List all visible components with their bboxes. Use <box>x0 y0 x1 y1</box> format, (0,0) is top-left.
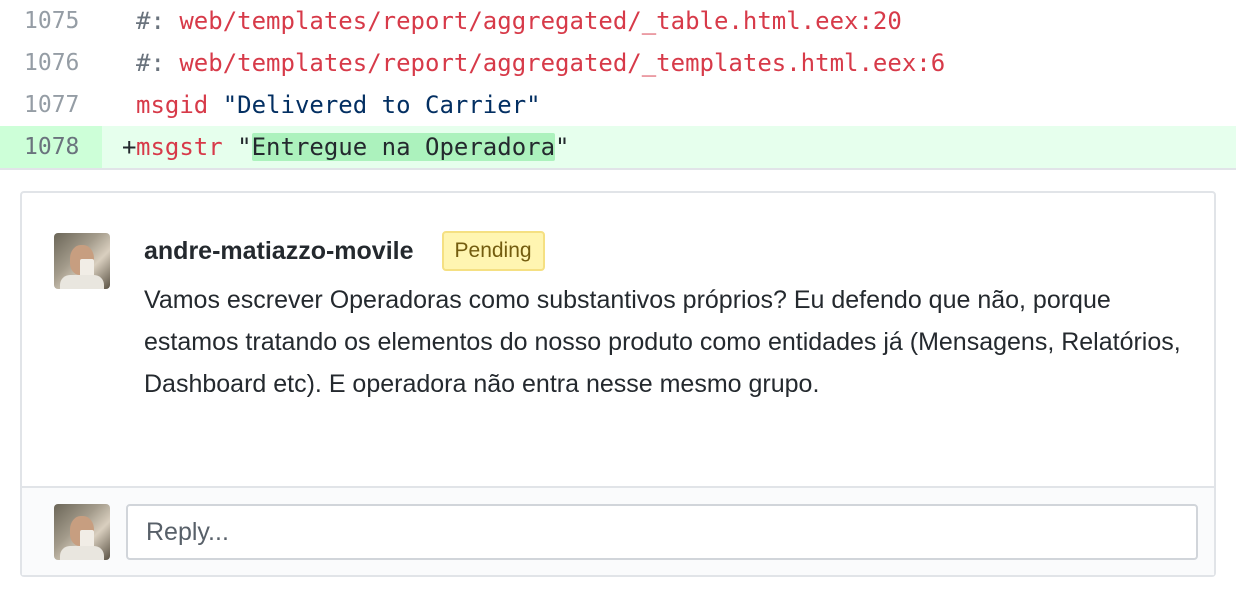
line-code: +msgstr "Entregue na Operadora" <box>102 126 570 168</box>
line-code: msgid "Delivered to Carrier" <box>102 84 541 126</box>
reply-area: Reply... <box>22 486 1214 575</box>
pending-badge: Pending <box>441 231 545 271</box>
msgid-string: "Delivered to Carrier" <box>222 91 541 119</box>
avatar-shirt <box>60 275 104 289</box>
diff-view: 1075 #: web/templates/report/aggregated/… <box>0 0 1236 170</box>
line-number[interactable]: 1076 <box>0 42 102 84</box>
addition-marker: + <box>122 133 137 161</box>
author-name[interactable]: andre-matiazzo-movile <box>144 237 414 266</box>
source-reference: web/templates/report/aggregated/_table.h… <box>179 7 902 35</box>
comment-marker: #: <box>136 7 165 35</box>
review-comment-thread: andre-matiazzo-movile Pending Vamos escr… <box>20 191 1216 577</box>
quote-open: " <box>237 133 252 161</box>
diff-line: 1077 msgid "Delivered to Carrier" <box>0 84 1236 126</box>
line-number[interactable]: 1078 <box>0 126 102 168</box>
comment-body: Vamos escrever Operadoras como substanti… <box>144 286 1181 398</box>
diff-divider <box>0 168 1236 170</box>
avatar[interactable] <box>54 233 110 289</box>
line-number[interactable]: 1077 <box>0 84 102 126</box>
avatar-shirt <box>60 546 104 560</box>
msgstr-keyword: msgstr <box>136 133 223 161</box>
quote-close: " <box>555 133 570 161</box>
line-code: #: web/templates/report/aggregated/_temp… <box>102 42 945 84</box>
avatar[interactable] <box>54 504 110 560</box>
line-number[interactable]: 1075 <box>0 0 102 42</box>
review-comment: andre-matiazzo-movile Pending Vamos escr… <box>22 193 1214 486</box>
diff-line: 1075 #: web/templates/report/aggregated/… <box>0 0 1236 42</box>
reply-input[interactable]: Reply... <box>126 504 1198 560</box>
comment-marker: #: <box>136 49 165 77</box>
diff-line-added: 1078 +msgstr "Entregue na Operadora" <box>0 126 1236 168</box>
line-code: #: web/templates/report/aggregated/_tabl… <box>102 0 902 42</box>
comment-header: andre-matiazzo-movile Pending <box>144 231 545 271</box>
changed-text-highlight: Entregue na Operadora <box>251 133 556 161</box>
msgid-keyword: msgid <box>136 91 209 119</box>
source-reference: web/templates/report/aggregated/_templat… <box>179 49 946 77</box>
diff-line: 1076 #: web/templates/report/aggregated/… <box>0 42 1236 84</box>
